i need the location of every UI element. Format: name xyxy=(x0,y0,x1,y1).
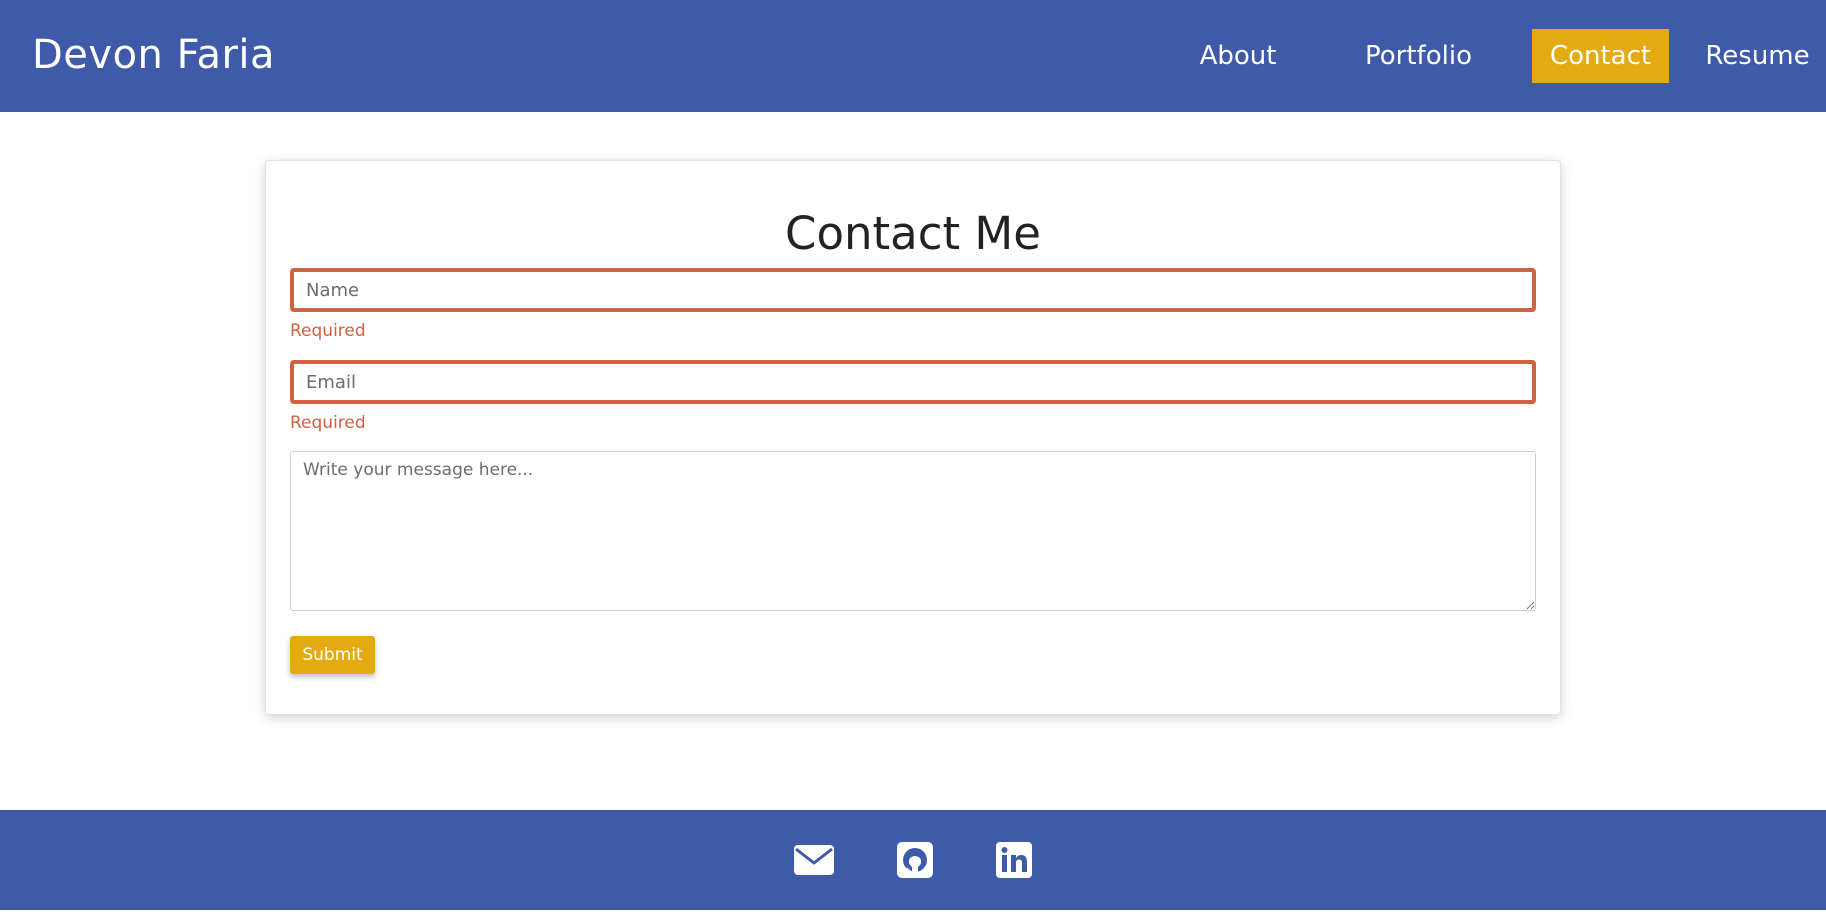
site-header: Devon Faria About Portfolio Contact Resu… xyxy=(0,0,1826,112)
name-input[interactable] xyxy=(290,268,1536,312)
nav-about[interactable]: About xyxy=(1172,29,1304,83)
nav-contact[interactable]: Contact xyxy=(1532,29,1669,83)
submit-button[interactable]: Submit xyxy=(290,636,375,674)
main-nav: About Portfolio Contact Resume xyxy=(1166,29,1826,83)
email-required-error: Required xyxy=(290,413,366,433)
site-brand[interactable]: Devon Faria xyxy=(32,30,275,80)
contact-card: Contact Me Required Required Submit xyxy=(265,160,1561,715)
nav-resume[interactable]: Resume xyxy=(1689,29,1826,83)
message-textarea[interactable] xyxy=(290,451,1536,611)
contact-title: Contact Me xyxy=(785,207,1041,260)
envelope-icon[interactable] xyxy=(794,840,834,880)
linkedin-icon[interactable] xyxy=(996,840,1032,880)
email-input[interactable] xyxy=(290,360,1536,404)
github-icon[interactable] xyxy=(897,840,933,880)
site-footer xyxy=(0,810,1826,910)
nav-portfolio[interactable]: Portfolio xyxy=(1331,29,1506,83)
name-required-error: Required xyxy=(290,321,366,341)
